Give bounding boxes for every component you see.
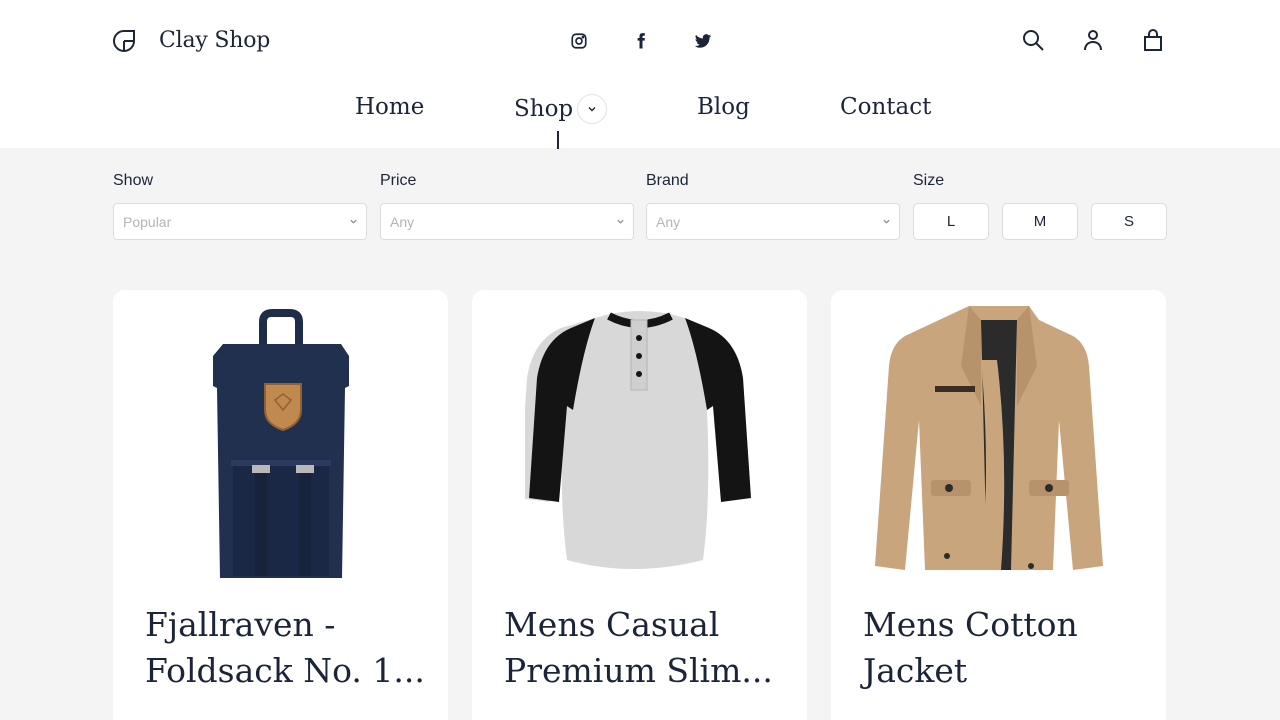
shopping-bag-icon[interactable]	[1140, 26, 1166, 54]
active-nav-indicator	[557, 131, 559, 149]
brand-select[interactable]: Any	[646, 203, 900, 240]
logo-icon	[113, 29, 135, 52]
filter-size-label: Size	[913, 172, 945, 189]
product-image-backpack	[113, 300, 448, 585]
size-button-s[interactable]: S	[1091, 203, 1167, 240]
nav-contact[interactable]: Contact	[840, 94, 931, 120]
product-card[interactable]: Mens Casual Premium Slim...	[472, 290, 807, 720]
product-grid: Fjallraven - Foldsack No. 1... Mens Casu…	[113, 290, 1166, 720]
nav-shop[interactable]: Shop	[514, 94, 608, 124]
filter-show: Show Popular	[113, 172, 367, 240]
product-title: Mens Casual Premium Slim...	[504, 605, 773, 690]
size-button-l[interactable]: L	[913, 203, 989, 240]
product-title: Mens Cotton Jacket	[863, 605, 1078, 690]
product-image-raglan-shirt	[472, 300, 807, 585]
price-select-value: Any	[390, 213, 415, 230]
size-button-m[interactable]: M	[1002, 203, 1078, 240]
instagram-icon[interactable]	[568, 30, 590, 52]
nav-shop-label: Shop	[514, 96, 574, 122]
site-header: Clay Shop Home Shop Blog Contact	[0, 0, 1280, 149]
product-card[interactable]: Fjallraven - Foldsack No. 1...	[113, 290, 448, 720]
brand-select-value: Any	[656, 213, 681, 230]
product-title: Fjallraven - Foldsack No. 1...	[145, 605, 425, 690]
filter-brand: Brand Any	[646, 172, 900, 240]
size-options: L M S	[913, 203, 1167, 240]
filter-price: Price Any	[380, 172, 634, 240]
show-select[interactable]: Popular	[113, 203, 367, 240]
filter-size: Size L M S	[913, 172, 1167, 240]
filter-price-label: Price	[380, 172, 417, 189]
product-image-jacket	[831, 300, 1166, 585]
nav-blog[interactable]: Blog	[697, 94, 750, 120]
chevron-down-icon	[617, 219, 624, 224]
brand-name: Clay Shop	[159, 28, 271, 53]
product-card[interactable]: Mens Cotton Jacket	[831, 290, 1166, 720]
chevron-down-icon	[883, 219, 890, 224]
chevron-down-icon	[350, 219, 357, 224]
filter-brand-label: Brand	[646, 172, 689, 189]
filter-show-label: Show	[113, 172, 154, 189]
header-tools	[1020, 26, 1166, 54]
social-links	[568, 30, 714, 52]
search-icon[interactable]	[1020, 26, 1046, 54]
price-select[interactable]: Any	[380, 203, 634, 240]
filter-bar: Show Popular Price Any Brand Any Size L …	[113, 172, 1167, 242]
facebook-icon[interactable]	[630, 30, 652, 52]
chevron-down-icon[interactable]	[577, 94, 608, 124]
show-select-value: Popular	[123, 213, 172, 230]
main-nav: Home Shop Blog Contact	[0, 86, 1280, 134]
twitter-icon[interactable]	[692, 30, 714, 52]
logo[interactable]: Clay Shop	[112, 28, 270, 53]
nav-home[interactable]: Home	[355, 94, 424, 120]
user-icon[interactable]	[1080, 26, 1106, 54]
